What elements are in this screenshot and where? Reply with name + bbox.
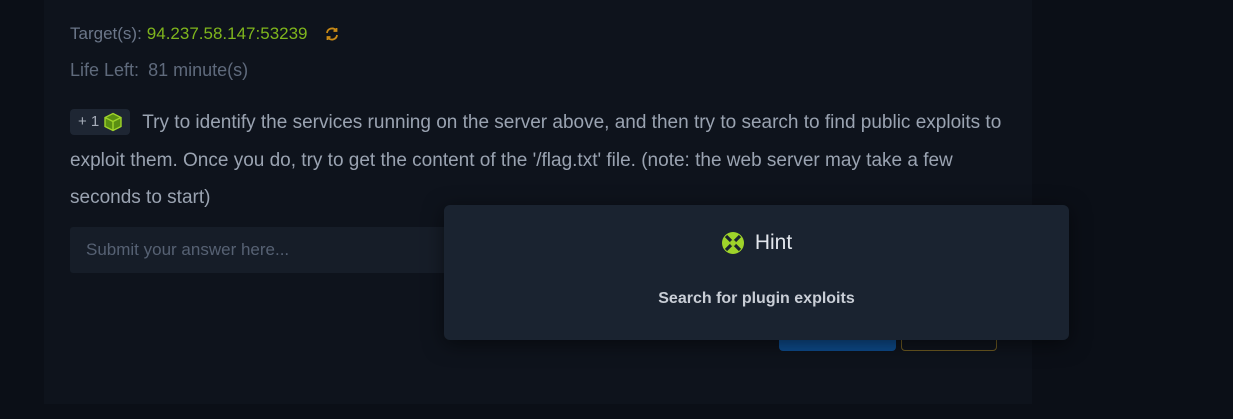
hint-modal: Hint Search for plugin exploits — [444, 205, 1069, 340]
target-value[interactable]: 94.237.58.147:53239 — [147, 24, 308, 44]
life-value: 81 minute(s) — [148, 60, 249, 80]
life-label: Life Left: — [70, 60, 140, 80]
answer-input[interactable] — [70, 227, 460, 273]
cube-icon — [103, 112, 123, 132]
question: + 1 Try to identify the services running… — [70, 104, 1010, 217]
hint-title: Hint — [754, 231, 793, 254]
hackthebox-logo-icon — [721, 231, 745, 255]
hint-header: Hint — [444, 231, 1069, 255]
question-text: Try to identify the services running on … — [70, 112, 1002, 208]
life-left: Life Left: 81 minute(s) — [70, 60, 248, 81]
target-line: Target(s): 94.237.58.147:53239 — [70, 24, 340, 44]
hint-body: Search for plugin exploits — [658, 290, 855, 307]
refresh-icon[interactable] — [324, 26, 340, 42]
target-label: Target(s): — [70, 24, 142, 43]
points-value: + 1 — [78, 113, 100, 130]
points-badge: + 1 — [70, 109, 131, 135]
